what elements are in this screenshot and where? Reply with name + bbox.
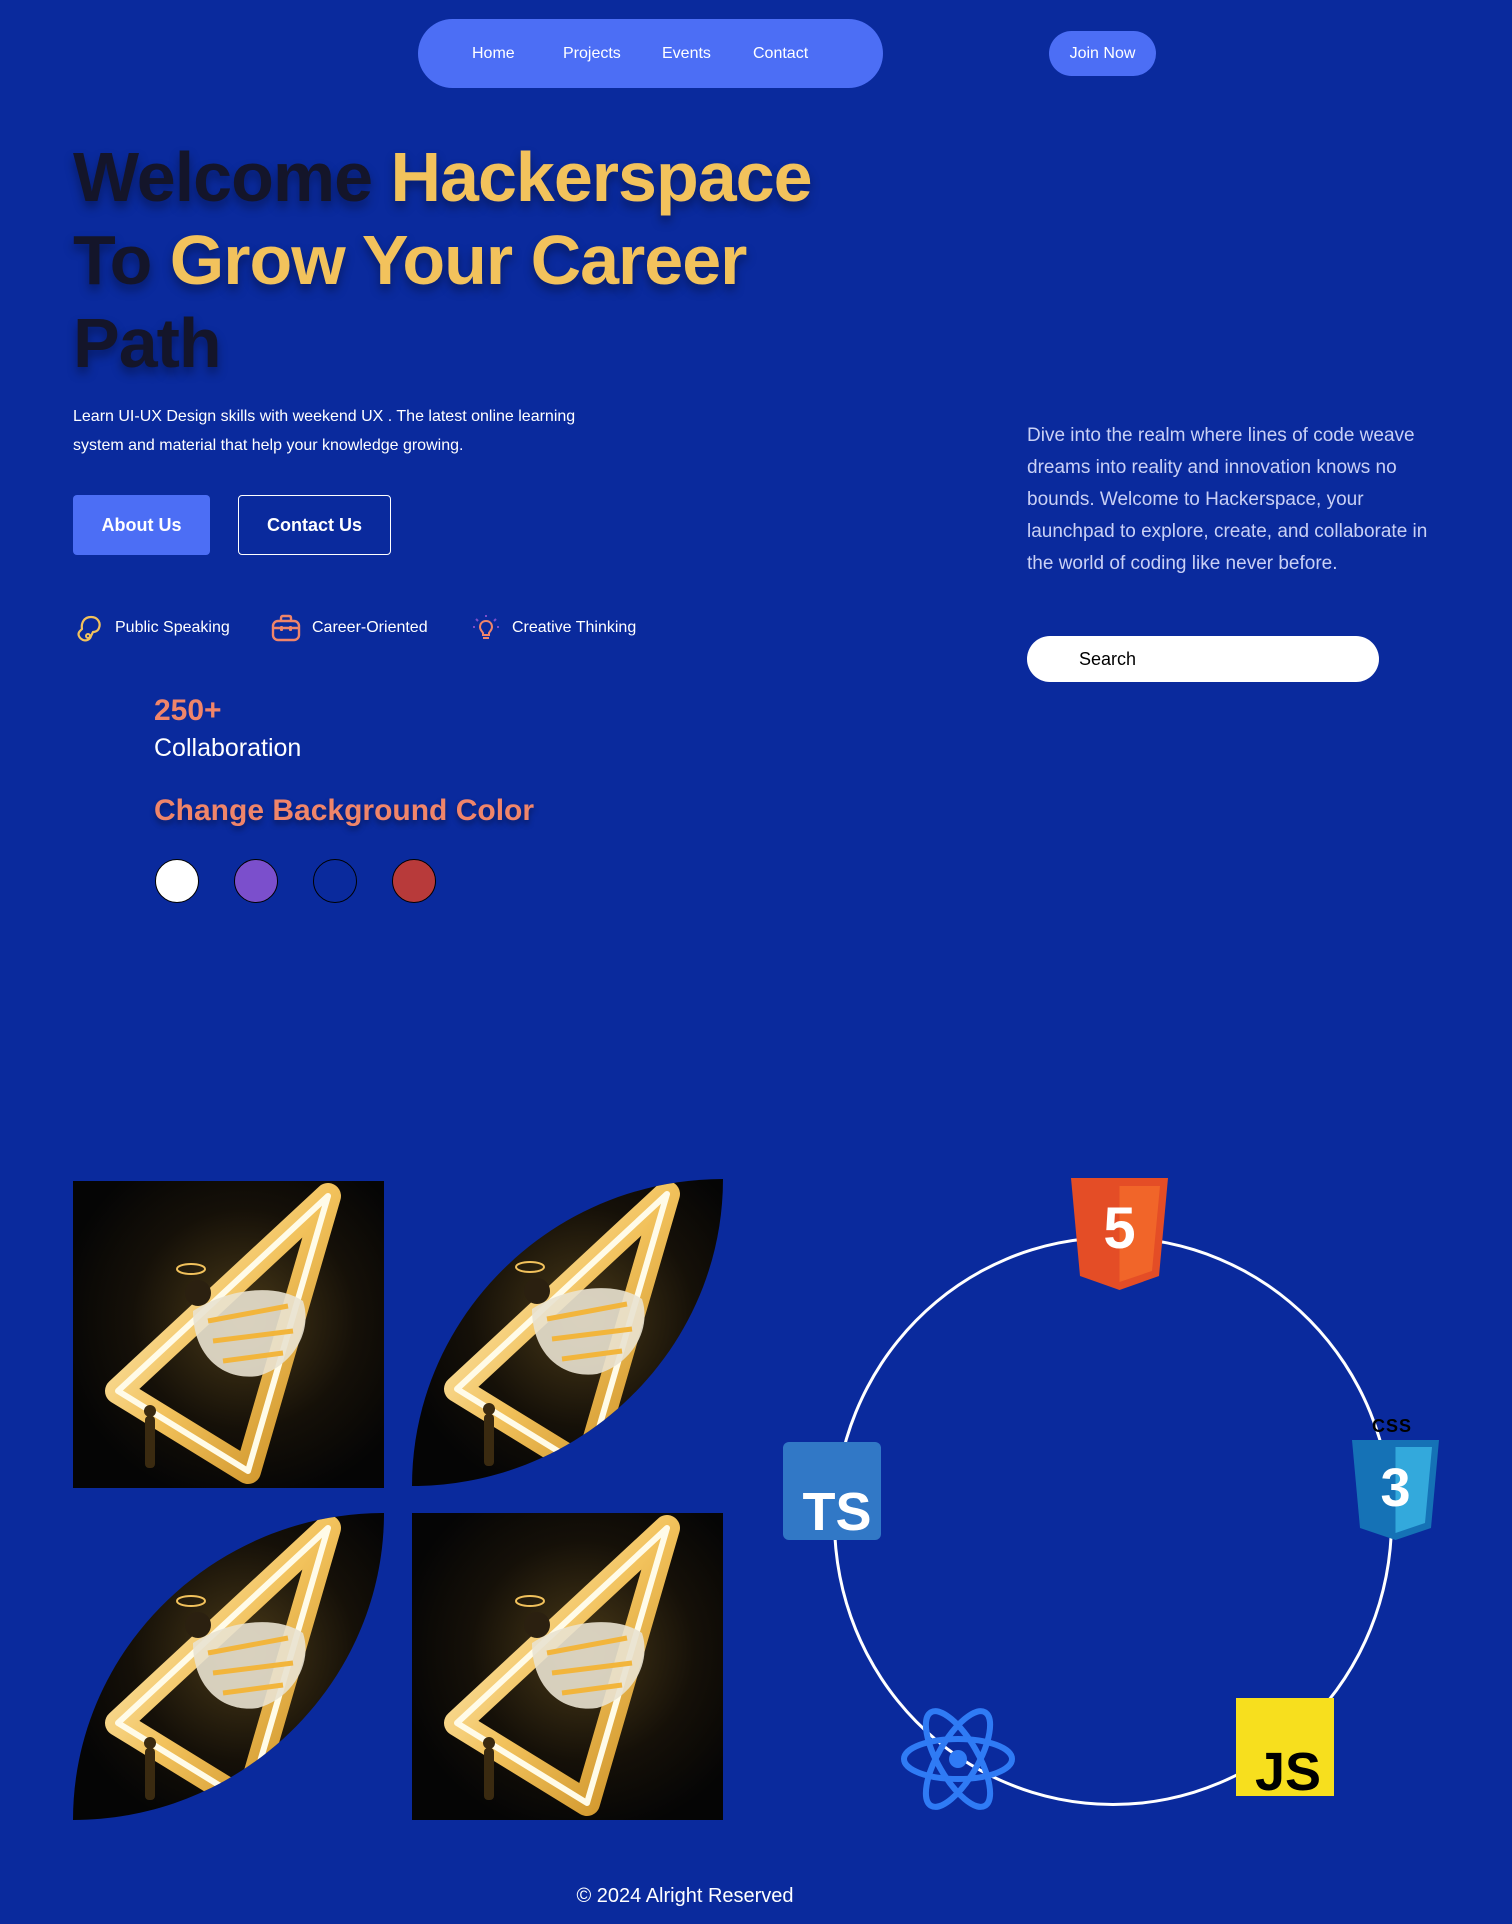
side-description: Dive into the realm where lines of code … (1027, 425, 1428, 574)
nav-contact-link[interactable]: Contact (753, 45, 808, 63)
hero-title-line1-dark: Welcome (73, 138, 391, 216)
purple-color-swatch[interactable] (234, 859, 278, 903)
footer-copyright: © 2024 Alright Reserved (576, 1885, 794, 1907)
nav-events-link[interactable]: Events (662, 45, 711, 63)
gallery-image-square-1 (73, 1181, 384, 1488)
search-input[interactable] (1027, 636, 1379, 682)
lightbulb-icon (473, 615, 499, 639)
feature-public-speaking: Public Speaking (73, 612, 230, 644)
feature-label: Creative Thinking (512, 619, 637, 636)
hero-title: Welcome Hackerspace To Grow Your Career … (73, 136, 873, 385)
nav-projects-link[interactable]: Projects (563, 45, 621, 63)
react-logo-icon (901, 1708, 1015, 1810)
feature-creative-thinking: Creative Thinking (470, 612, 636, 644)
join-now-button[interactable]: Join Now (1049, 31, 1156, 76)
feature-label: Career-Oriented (312, 619, 428, 636)
css3-logo-glyph: 3 (1380, 1458, 1410, 1518)
hero-title-line1-accent: Hackerspace (390, 138, 813, 216)
gallery-image-leaf-1 (412, 1179, 723, 1486)
about-us-button[interactable]: About Us (73, 495, 210, 555)
javascript-logo-text: JS (1255, 1742, 1321, 1796)
css3-logo-icon: 3 (1352, 1440, 1439, 1540)
html5-logo-icon: 5 (1071, 1178, 1168, 1290)
contact-us-button[interactable]: Contact Us (238, 495, 391, 555)
javascript-logo-icon: JS (1236, 1698, 1334, 1796)
hero-description: Learn UI-UX Design skills with weekend U… (73, 408, 576, 454)
nav-home-link[interactable]: Home (472, 45, 515, 63)
main-nav: Home Projects Events Contact (418, 19, 883, 88)
change-background-title: Change Background Color (154, 794, 535, 827)
collaboration-count: 250+ (154, 694, 222, 727)
hero-title-line2-accent: Grow Your Career (169, 221, 748, 299)
briefcase-icon (271, 614, 301, 642)
html5-logo-glyph: 5 (1103, 1196, 1135, 1261)
white-color-swatch[interactable] (155, 859, 199, 903)
feature-label: Public Speaking (115, 619, 230, 636)
red-color-swatch[interactable] (392, 859, 436, 903)
blue-color-swatch[interactable] (313, 859, 357, 903)
typescript-logo-icon: TS (783, 1442, 881, 1540)
gallery-image-leaf-2 (73, 1513, 384, 1820)
feature-career-oriented: Career-Oriented (270, 612, 428, 644)
gallery-image-square-2 (412, 1513, 723, 1820)
hero-title-line3-dark: Path (73, 304, 222, 382)
typescript-logo-text: TS (802, 1482, 871, 1540)
speaking-head-icon (77, 615, 101, 642)
css3-caption: CSS (1372, 1416, 1413, 1436)
hero-title-line2-dark: To (73, 221, 170, 299)
collaboration-label: Collaboration (154, 734, 302, 762)
